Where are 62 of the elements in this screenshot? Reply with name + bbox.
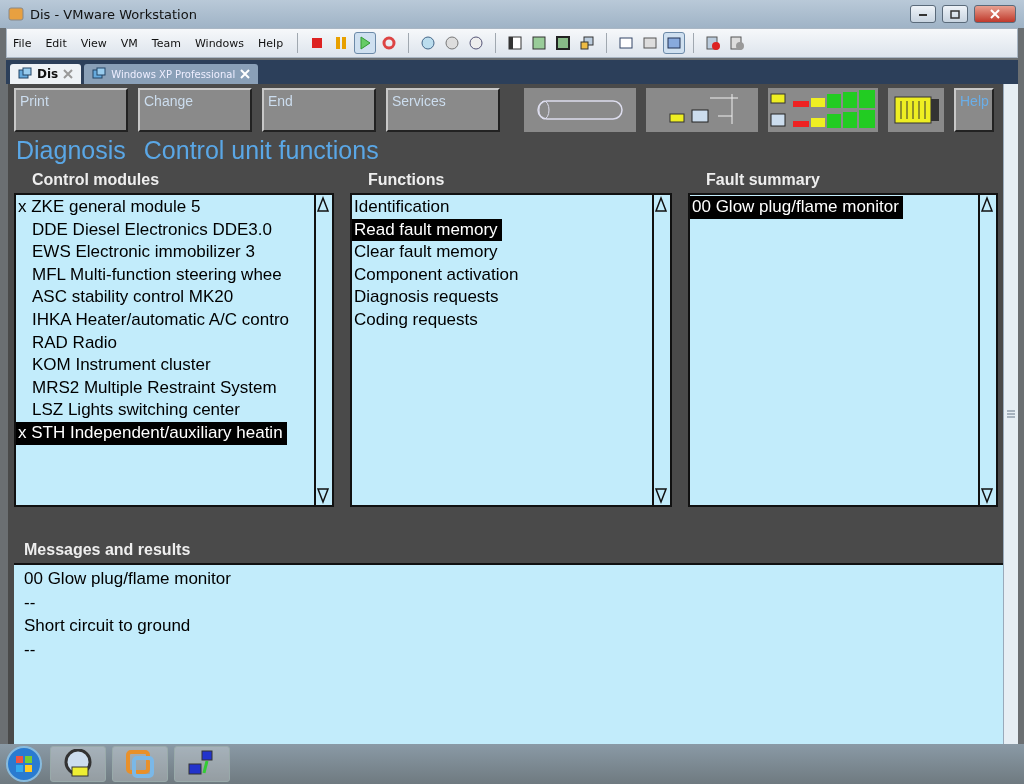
scroll-up-icon[interactable] xyxy=(316,195,330,213)
scroll-up-icon[interactable] xyxy=(980,195,994,213)
minimize-button[interactable] xyxy=(910,5,936,23)
scroll-down-icon[interactable] xyxy=(654,487,668,505)
list-item[interactable]: KOM Instrument cluster xyxy=(16,354,215,377)
menu-item[interactable]: VM xyxy=(114,33,144,53)
list-header: Fault summary xyxy=(706,171,821,190)
vm-icon xyxy=(92,67,107,81)
list-item[interactable]: ASC stability control MK20 xyxy=(16,286,238,309)
list-header: Control modules xyxy=(32,171,161,190)
message-line: -- xyxy=(24,591,36,614)
vm-icon xyxy=(18,67,32,81)
menu-item[interactable]: Edit xyxy=(39,33,73,53)
list-item[interactable]: MRS2 Multiple Restraint System xyxy=(16,376,281,400)
start-orb-icon[interactable] xyxy=(4,745,44,783)
close-button[interactable] xyxy=(974,5,1016,23)
close-icon[interactable] xyxy=(63,69,74,79)
menu-item[interactable]: Team xyxy=(145,33,187,53)
messages-header: Messages and results xyxy=(24,541,192,560)
window-scrollbar[interactable] xyxy=(1003,84,1018,744)
screen-title: Control unit functions xyxy=(143,136,379,165)
message-line: Short circuit to ground xyxy=(24,615,191,637)
vm-tab[interactable]: Dis xyxy=(10,64,82,84)
scroll-down-icon[interactable] xyxy=(980,487,994,505)
menu-item[interactable]: Help xyxy=(252,33,290,53)
scrollbar[interactable] xyxy=(978,195,996,505)
list-item[interactable]: Clear fault memory xyxy=(352,241,502,264)
list-item[interactable]: Read fault memory xyxy=(352,218,502,242)
play-icon[interactable] xyxy=(354,32,377,54)
list-item[interactable]: EWS Electronic immobilizer 3 xyxy=(16,241,259,264)
list-item[interactable]: LSZ Lights switching center xyxy=(16,399,244,422)
window-title: Dis - VMware Workstation xyxy=(30,6,198,22)
taskbar-app[interactable] xyxy=(50,746,106,782)
menu-item[interactable]: View xyxy=(74,33,113,53)
list-item[interactable]: RAD Radio xyxy=(16,331,122,355)
close-icon xyxy=(990,9,1000,19)
scroll-down-icon[interactable] xyxy=(316,487,330,505)
list-item[interactable]: x ZKE general module 5 xyxy=(16,196,205,219)
list-item[interactable]: DDE Diesel Electronics DDE3.0 xyxy=(16,218,276,242)
message-line: -- xyxy=(24,638,36,661)
menu-item[interactable]: Windows xyxy=(188,33,251,53)
minimize-icon xyxy=(918,11,928,17)
list-item[interactable]: Diagnosis requests xyxy=(352,286,503,309)
maximize-button[interactable] xyxy=(942,5,968,23)
list-item[interactable]: MFL Multi-function steering whee xyxy=(16,263,286,287)
list-item[interactable]: 00 Glow plug/flame monitor xyxy=(690,196,903,219)
grip-icon xyxy=(1007,410,1015,418)
menu-item[interactable]: File xyxy=(7,33,38,53)
scrollbar[interactable] xyxy=(314,195,332,505)
list-item[interactable]: x STH Independent/auxiliary heatin xyxy=(16,421,287,445)
message-line: 00 Glow plug/flame monitor xyxy=(24,568,231,590)
scrollbar[interactable] xyxy=(652,195,670,505)
taskbar-app[interactable] xyxy=(174,746,230,782)
list-header: Functions xyxy=(368,171,446,190)
list-item[interactable]: Identification xyxy=(352,196,454,219)
list-item[interactable]: IHKA Heater/automatic A/C contro xyxy=(16,308,293,332)
connector-drawing xyxy=(888,88,944,132)
maximize-icon xyxy=(950,9,960,19)
screen-title: Diagnosis xyxy=(16,136,126,165)
list-item[interactable]: Coding requests xyxy=(352,308,482,332)
list-item[interactable]: Component activation xyxy=(352,263,523,287)
scroll-up-icon[interactable] xyxy=(654,195,668,213)
